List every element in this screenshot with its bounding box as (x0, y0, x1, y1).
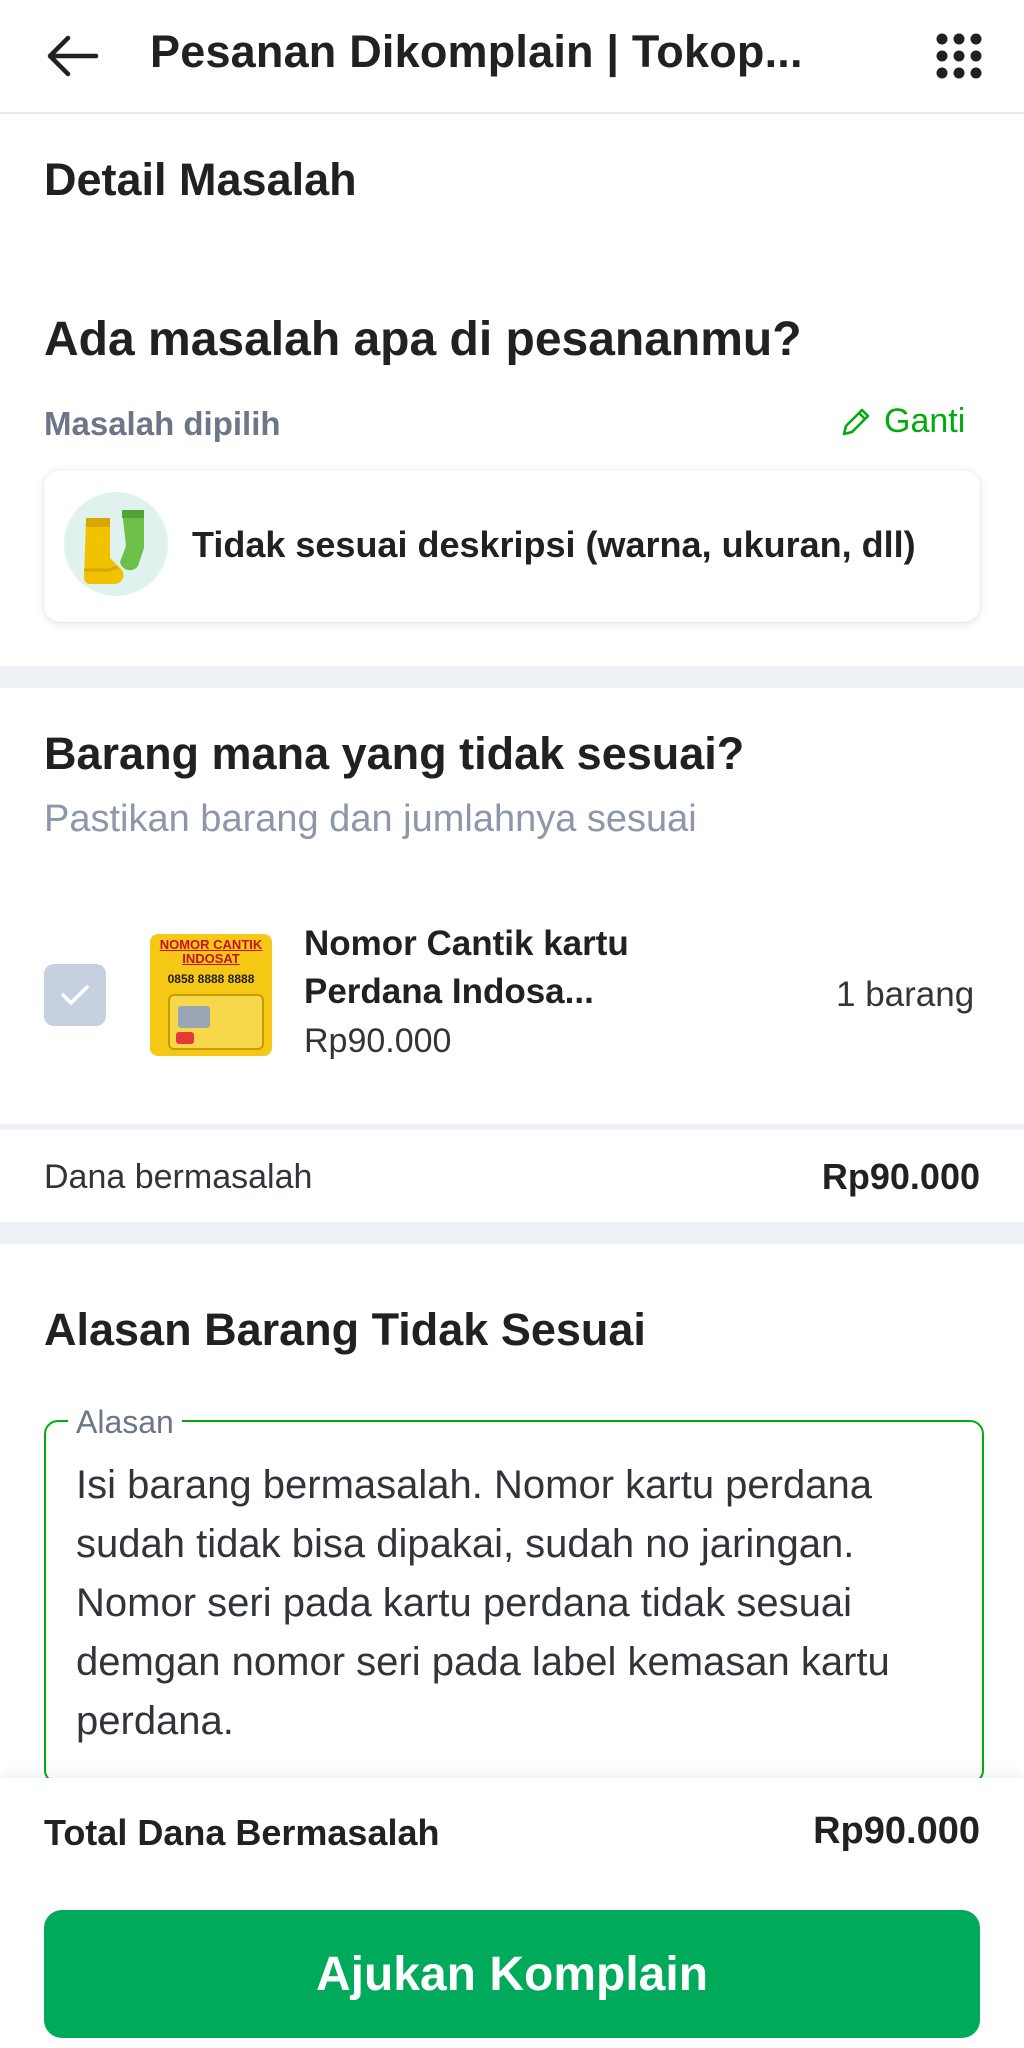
fund-value: Rp90.000 (821, 1156, 980, 1197)
selected-problem-card: Tidak sesuai deskripsi (warna, ukuran, d… (44, 470, 980, 622)
selected-problem-text: Tidak sesuai deskripsi (warna, ukuran, d… (192, 524, 916, 565)
items-section-title: Barang mana yang tidak sesuai? (44, 728, 745, 779)
section-divider (0, 1222, 1024, 1244)
checkmark-icon (61, 985, 89, 1005)
change-problem-link[interactable]: Ganti (840, 402, 965, 441)
product-checkbox[interactable] (44, 964, 106, 1026)
arrow-left-icon (47, 35, 99, 77)
detail-section-title: Detail Masalah (44, 154, 357, 205)
product-image-number: 0858 8888 8888 (167, 972, 255, 986)
app-header: Pesanan Dikomplain | Tokop... (0, 0, 1024, 114)
menu-button[interactable] (930, 30, 988, 82)
product-quantity: 1 barang (836, 975, 975, 1014)
reason-textarea[interactable]: Isi barang bermasalah. Nomor kartu perda… (76, 1456, 956, 1756)
items-subtitle: Pastikan barang dan jumlahnya sesuai (44, 798, 697, 840)
selected-problem-label: Masalah dipilih (44, 405, 281, 442)
total-label: Total Dana Bermasalah (44, 1812, 440, 1853)
submit-complaint-button[interactable]: Ajukan Komplain (44, 1910, 980, 2038)
section-divider (0, 666, 1024, 688)
socks-icon (64, 492, 168, 596)
pencil-icon (842, 408, 870, 435)
reason-section-title: Alasan Barang Tidak Sesuai (44, 1304, 646, 1355)
reason-field-label: Alasan (68, 1404, 182, 1441)
sim-card-graphic (168, 994, 264, 1050)
back-button[interactable] (36, 24, 108, 88)
product-name: Nomor Cantik kartu Perdana Indosa... (304, 924, 629, 1011)
problem-question: Ada masalah apa di pesananmu? (44, 313, 802, 366)
change-label: Ganti (884, 402, 966, 440)
product-price: Rp90.000 (304, 1022, 452, 1060)
row-divider (0, 1124, 1024, 1130)
product-image-line2: INDOSAT (182, 951, 240, 966)
product-image-line1: NOMOR CANTIK (159, 937, 263, 952)
total-value: Rp90.000 (813, 1810, 980, 1852)
grid-menu-icon (936, 33, 982, 79)
product-image: NOMOR CANTIK INDOSAT 0858 8888 8888 (150, 934, 272, 1056)
fund-label: Dana bermasalah (44, 1158, 313, 1196)
page-title: Pesanan Dikomplain | Tokop... (150, 26, 803, 77)
